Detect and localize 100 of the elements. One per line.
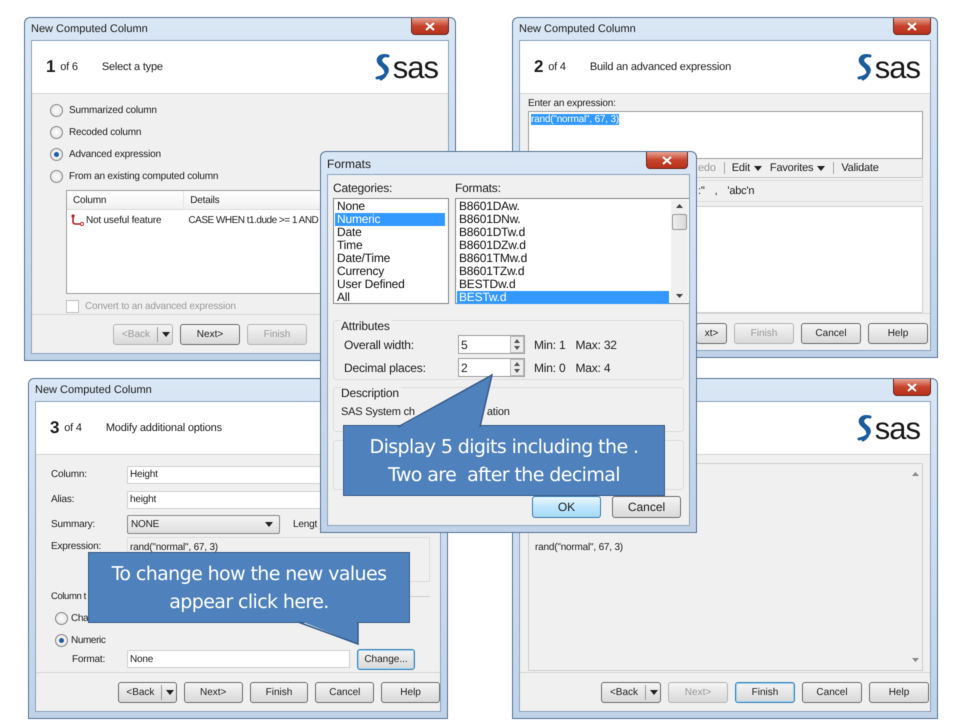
close-button[interactable] — [411, 18, 449, 35]
spin-field[interactable]: 5 — [458, 335, 525, 354]
dialog-button[interactable]: xt> — [696, 322, 727, 344]
toolbar-menu[interactable]: Edit — [724, 162, 762, 174]
operator-button[interactable]: 'abc'n — [727, 185, 754, 197]
list-item[interactable]: All — [335, 291, 445, 304]
list-item[interactable]: B8601TMw.d — [457, 252, 669, 265]
step-count: of 4 — [548, 61, 566, 73]
list-item[interactable]: B8601TZw.d — [457, 265, 669, 278]
radio-button[interactable] — [55, 612, 68, 624]
list-item[interactable]: B8601DAw. — [457, 200, 669, 213]
group-label: Column t — [51, 590, 86, 602]
list-item[interactable]: Date/Time — [335, 252, 445, 265]
list-item[interactable]: B8601DTw.d — [457, 226, 669, 239]
close-button[interactable] — [646, 152, 688, 169]
dialog-button[interactable]: Help — [381, 682, 440, 702]
logo-text: sas — [874, 52, 920, 82]
list-item[interactable]: B8601DZw.d — [457, 239, 669, 252]
description-text: ation — [486, 406, 510, 418]
radio-label: Cha — [71, 612, 88, 624]
dialog-button[interactable]: Help — [869, 682, 929, 702]
list-item[interactable]: Currency — [335, 265, 445, 278]
list-label: Formats: — [455, 181, 502, 195]
close-icon — [662, 156, 672, 164]
dialog-button[interactable]: <Back — [118, 682, 177, 702]
radio-label: Advanced expression — [69, 148, 161, 160]
dialog-button[interactable]: Finish — [735, 682, 795, 702]
dialog-button[interactable]: Help — [868, 322, 928, 344]
dialog-button[interactable]: Cancel — [612, 496, 681, 518]
caret-icon — [817, 166, 826, 170]
list-item[interactable]: B8601DNw. — [457, 213, 669, 226]
radio-button[interactable] — [55, 634, 68, 646]
dialog-button[interactable]: Next> — [180, 324, 240, 344]
checkbox-label: Convert to an advanced expression — [85, 301, 236, 312]
scroll-thumb[interactable] — [672, 214, 687, 230]
range-text: Max: 32 — [575, 338, 617, 352]
format-field[interactable]: None — [127, 650, 350, 668]
list-item[interactable]: None — [335, 200, 445, 213]
field-label: Summary: — [51, 519, 96, 530]
change-button[interactable]: Change... — [357, 648, 415, 670]
description-text: SAS System ch — [341, 406, 415, 418]
close-button[interactable] — [893, 379, 931, 396]
field-label: Overall width: — [343, 338, 415, 352]
radio-label: Summarized column — [69, 104, 157, 116]
operator-button[interactable]: , — [714, 185, 718, 197]
caret-icon — [650, 690, 658, 694]
list-label: Categories: — [333, 181, 394, 195]
operator-button[interactable]: :" — [698, 185, 705, 197]
step-count: of 4 — [64, 422, 82, 434]
radio-button[interactable] — [50, 126, 63, 138]
radio-label: Recoded column — [69, 126, 142, 138]
field-label: Lengt — [293, 519, 318, 530]
field-label: Enter an expression: — [528, 98, 617, 109]
spinner-icon — [510, 336, 524, 353]
field-label: Expression: — [51, 540, 102, 552]
caret-icon — [166, 690, 174, 694]
table-cell: CASE WHEN t1.dude >= 1 AND — [188, 214, 318, 226]
radio-label: From an existing computed column — [69, 170, 218, 182]
scroll-up-icon[interactable] — [676, 204, 683, 208]
dialog-button[interactable]: Cancel — [801, 322, 861, 344]
caret-icon — [265, 522, 273, 527]
toolbar-menu[interactable]: Validate — [833, 162, 879, 174]
table-cell: Not useful feature — [86, 214, 162, 226]
range-text: Min: 1 — [534, 338, 566, 352]
toolbar-menu[interactable]: Favorites — [770, 162, 826, 174]
list-item[interactable]: User Defined — [335, 278, 445, 291]
dialog-button[interactable]: <Back — [601, 682, 661, 702]
dialog-button[interactable]: Cancel — [315, 682, 374, 702]
window-title: New Computed Column — [31, 23, 148, 35]
radio-button[interactable] — [50, 148, 63, 160]
formats-list[interactable]: B8601DAw. B8601DNw. B8601DTw.d B8601DZw.d B8601TMw.d B8601TZw.d BESTDw.d BESTw.d — [455, 198, 689, 304]
window-title: Formats — [327, 157, 372, 171]
summary-dropdown[interactable]: NONE — [127, 515, 280, 534]
range-text: Min: 0 — [534, 360, 566, 374]
group-label: Description — [341, 386, 401, 400]
close-icon — [907, 382, 917, 392]
close-button[interactable] — [893, 18, 931, 35]
logo-text: sas — [392, 52, 438, 82]
list-item[interactable]: BESTDw.d — [457, 278, 669, 291]
scrollbar[interactable] — [671, 200, 688, 302]
dialog-button[interactable]: Finish — [250, 682, 308, 702]
callout-pointer — [297, 620, 360, 646]
list-item[interactable]: Time — [335, 239, 445, 252]
spin-field[interactable]: 2 — [458, 358, 525, 377]
dialog-button[interactable]: Cancel — [802, 682, 862, 702]
categories-list[interactable]: None Numeric Date Time Date/Time Currency User Defined All — [333, 198, 449, 304]
scroll-down-icon[interactable] — [676, 294, 683, 298]
radio-label: Numeric — [71, 634, 106, 646]
dialog-button[interactable]: Next> — [184, 682, 243, 702]
dialog-button[interactable]: OK — [532, 496, 601, 518]
close-icon — [425, 22, 435, 30]
radio-button[interactable] — [50, 170, 63, 182]
caret-icon — [162, 332, 170, 336]
radio-button[interactable] — [50, 104, 63, 116]
caret-icon — [754, 166, 762, 170]
connector-icon — [71, 214, 84, 226]
close-icon — [907, 22, 917, 30]
window-title: New Computed Column — [35, 384, 152, 396]
list-item[interactable]: Date — [335, 226, 445, 239]
step-number: 3 — [50, 418, 60, 438]
